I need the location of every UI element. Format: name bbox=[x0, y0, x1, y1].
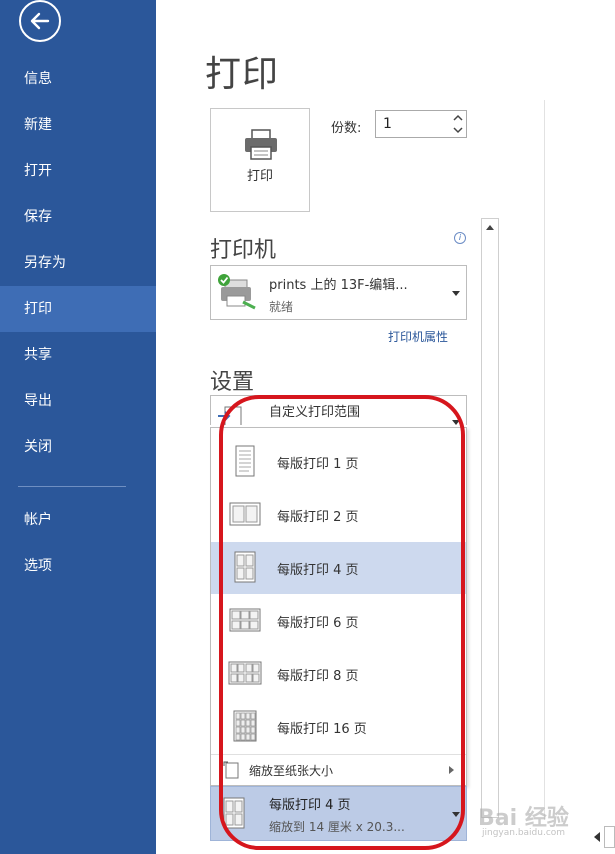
nav-divider bbox=[18, 486, 126, 487]
nav-new[interactable]: 新建 bbox=[0, 102, 156, 148]
nav-info[interactable]: 信息 bbox=[0, 56, 156, 102]
horizontal-scrollbar[interactable] bbox=[604, 826, 615, 848]
scroll-up-icon[interactable] bbox=[485, 223, 495, 231]
copies-label: 份数: bbox=[331, 121, 362, 136]
print-button-label: 打印 bbox=[246, 169, 273, 184]
nav-export[interactable]: 导出 bbox=[0, 378, 156, 424]
nav-close[interactable]: 关闭 bbox=[0, 424, 156, 470]
preview-divider bbox=[544, 100, 545, 820]
page-title: 打印 bbox=[205, 54, 280, 95]
nav-open[interactable]: 打开 bbox=[0, 148, 156, 194]
chevron-down-icon bbox=[452, 291, 460, 296]
nav-save[interactable]: 保存 bbox=[0, 194, 156, 240]
back-arrow-icon bbox=[30, 12, 50, 30]
scroll-left-icon[interactable] bbox=[594, 832, 600, 842]
nav-print[interactable]: 打印 bbox=[0, 286, 156, 332]
info-icon[interactable]: i bbox=[454, 232, 466, 244]
nav-options[interactable]: 选项 bbox=[0, 543, 156, 589]
printer-name: prints 上的 13F-编辑... bbox=[269, 278, 408, 293]
spin-up-icon[interactable] bbox=[452, 112, 464, 124]
back-button[interactable] bbox=[19, 0, 61, 42]
printer-status: 就绪 bbox=[269, 300, 294, 314]
printer-properties-link[interactable]: 打印机属性 bbox=[388, 328, 448, 345]
printer-ready-icon bbox=[218, 274, 256, 310]
print-button[interactable]: 打印 bbox=[210, 108, 310, 212]
settings-heading: 设置 bbox=[210, 370, 255, 395]
nav-save-as[interactable]: 另存为 bbox=[0, 240, 156, 286]
printer-icon bbox=[245, 129, 277, 160]
red-highlight-annotation bbox=[219, 395, 465, 850]
watermark-subtext: jingyan.baidu.com bbox=[482, 828, 566, 838]
backstage-sidebar: 信息 新建 打开 保存 另存为 打印 共享 导出 关闭 帐户 选项 bbox=[0, 0, 156, 854]
settings-scrollbar[interactable] bbox=[481, 218, 499, 818]
copies-value: 1 bbox=[383, 116, 392, 132]
copies-input[interactable]: 1 bbox=[375, 110, 467, 138]
printer-heading: 打印机 bbox=[210, 238, 277, 263]
spin-down-icon[interactable] bbox=[452, 124, 464, 136]
printer-select[interactable]: prints 上的 13F-编辑... 就绪 bbox=[210, 265, 467, 320]
nav-share[interactable]: 共享 bbox=[0, 332, 156, 378]
nav-account[interactable]: 帐户 bbox=[0, 497, 156, 543]
